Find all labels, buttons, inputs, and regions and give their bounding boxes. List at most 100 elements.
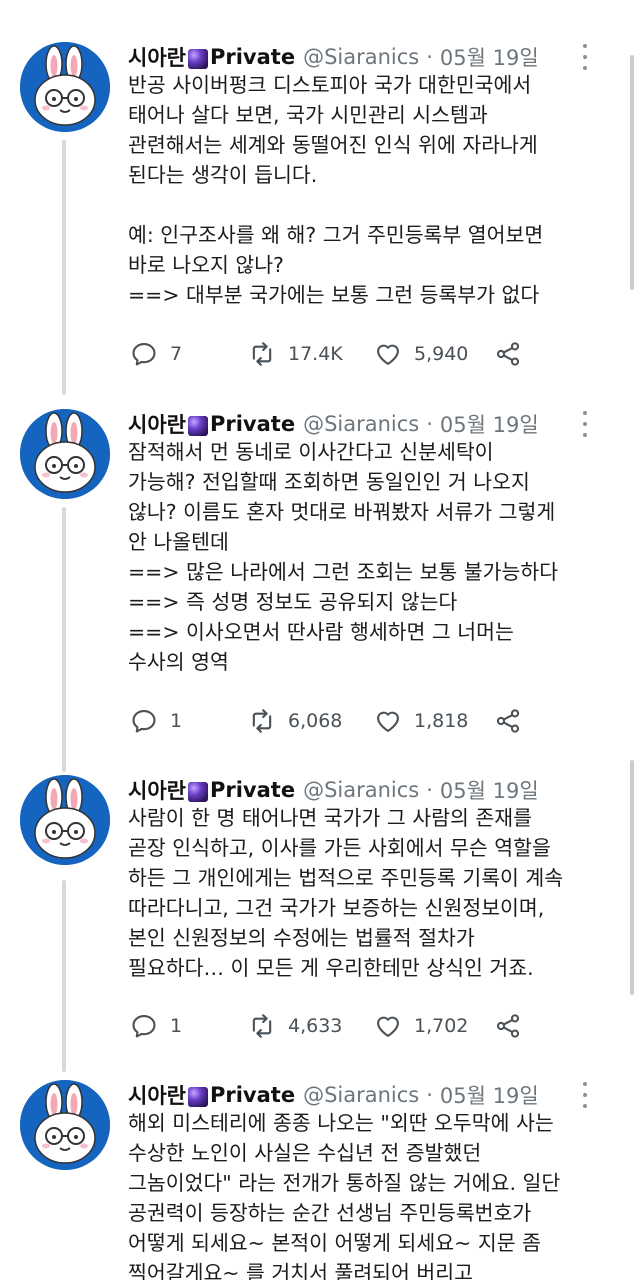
- like-button[interactable]: 1,702: [374, 1009, 468, 1043]
- galaxy-emoji-icon: [187, 49, 208, 69]
- tweet-text-line: 어떻게 되세요~ 본적이 어떻게 되세요~ 지문 좀: [128, 1231, 541, 1255]
- tweet-text-line: 필요하다… 이 모든 게 우리한테만 상식인 거죠.: [128, 956, 534, 980]
- tweet-date[interactable]: 05월 19일: [440, 409, 539, 439]
- more-options-icon[interactable]: [578, 411, 592, 437]
- avatar[interactable]: [20, 1080, 110, 1170]
- tweet-text-line: ==> 많은 나라에서 그런 조회는 보통 불가능하다: [128, 560, 559, 584]
- tweet-header: 시아란 Private @Siaranics · 05월 19일: [128, 407, 539, 441]
- avatar[interactable]: [20, 775, 110, 865]
- tweet-text-line: 공권력이 등장하는 순간 선생님 주민등록번호가: [128, 1201, 532, 1225]
- bunny-avatar-icon: [20, 775, 110, 865]
- user-handle[interactable]: @Siaranics: [303, 45, 419, 69]
- reply-button[interactable]: 1: [130, 1009, 182, 1043]
- retweet-button[interactable]: 17.4K: [248, 337, 343, 371]
- reply-button[interactable]: 1: [130, 704, 182, 738]
- tweet-text-line: ==> 대부분 국가에는 보통 그런 등록부가 없다: [128, 283, 540, 307]
- tweet[interactable]: 시아란 Private @Siaranics · 05월 19일 해외 미스테리…: [0, 1078, 640, 1280]
- galaxy-emoji-icon: [187, 782, 208, 802]
- tweet-header: 시아란 Private @Siaranics · 05월 19일: [128, 1078, 539, 1112]
- user-handle[interactable]: @Siaranics: [303, 1083, 419, 1107]
- display-name-suffix[interactable]: Private: [210, 45, 295, 69]
- tweet-text-line: 반공 사이버펑크 디스토피아 국가 대한민국에서: [128, 73, 532, 97]
- tweet-date[interactable]: 05월 19일: [440, 1080, 539, 1110]
- separator: ·: [426, 778, 433, 802]
- tweet-text-line: 해외 미스테리에 종종 나오는 "외딴 오두막에 사는: [128, 1111, 554, 1135]
- tweet-date[interactable]: 05월 19일: [440, 775, 539, 805]
- tweet-date[interactable]: 05월 19일: [440, 42, 539, 72]
- retweet-icon: [252, 342, 272, 366]
- retweet-icon: [252, 1014, 272, 1038]
- avatar[interactable]: [20, 42, 110, 132]
- tweet-text-line: 찍어갈게요~ 를 거치서 풀려되어 버리고: [128, 1261, 474, 1280]
- share-icon: [496, 1014, 520, 1038]
- tweet-text-line: 곧장 인식하고, 이사를 가든 사회에서 무슨 역할을: [128, 836, 551, 860]
- like-button[interactable]: 5,940: [374, 337, 468, 371]
- tweet-text-line: 사람이 한 명 태어나면 국가가 그 사람의 존재를: [128, 806, 532, 830]
- tweet-text-line: 그놈이었다" 라는 전개가 통하질 않는 거에요. 일단: [128, 1171, 561, 1195]
- tweet-text-line: 않나? 이름도 혼자 멋대로 바꿔봤자 서류가 그렇게: [128, 500, 556, 524]
- bunny-avatar-icon: [20, 1080, 110, 1170]
- share-button[interactable]: [494, 1009, 522, 1043]
- like-count: 5,940: [414, 343, 469, 365]
- retweet-button[interactable]: 4,633: [248, 1009, 342, 1043]
- tweet-text-line: 예: 인구조사를 왜 해? 그거 주민등록부 열어보면: [128, 223, 544, 247]
- tweet-text: 해외 미스테리에 종종 나오는 "외딴 오두막에 사는 수상한 노인이 사실은 …: [128, 1108, 603, 1280]
- retweet-button[interactable]: 6,068: [248, 704, 342, 738]
- tweet-actions: 1 6,068 1,818: [130, 704, 530, 738]
- retweet-icon: [252, 709, 272, 733]
- reply-button[interactable]: 7: [130, 337, 182, 371]
- display-name[interactable]: 시아란: [128, 775, 186, 805]
- bunny-avatar-icon: [20, 409, 110, 499]
- heart-icon: [377, 711, 399, 732]
- display-name-suffix[interactable]: Private: [210, 778, 295, 802]
- tweet-text-line: 안 나올텐데: [128, 530, 229, 554]
- tweet-text-line: 된다는 생각이 듭니다.: [128, 163, 318, 187]
- avatar[interactable]: [20, 409, 110, 499]
- tweet-text-line: ==> 이사오면서 딴사람 행세하면 그 너머는: [128, 620, 514, 644]
- retweet-count: 17.4K: [288, 343, 343, 365]
- reply-count: 1: [170, 710, 183, 732]
- share-button[interactable]: [494, 704, 522, 738]
- tweet[interactable]: 시아란 Private @Siaranics · 05월 19일 사람이 한 명…: [0, 773, 640, 1063]
- more-options-icon[interactable]: [578, 44, 592, 70]
- tweet-actions: 7 17.4K 5,940: [130, 337, 530, 371]
- share-button[interactable]: [494, 337, 522, 371]
- reply-icon: [132, 343, 156, 366]
- reply-icon: [132, 710, 156, 733]
- tweet-text-line: 관련해서는 세계와 동떨어진 인식 위에 자라나게: [128, 133, 538, 157]
- tweet-text-line: 태어나 살다 보면, 국가 시민관리 시스템과: [128, 103, 488, 127]
- reply-count: 1: [170, 1015, 183, 1037]
- more-options-icon[interactable]: [578, 1082, 592, 1108]
- retweet-count: 4,633: [288, 1015, 343, 1037]
- display-name[interactable]: 시아란: [128, 1080, 186, 1110]
- tweet-text-line: 본인 신원정보의 수정에는 법률적 절차가: [128, 926, 475, 950]
- retweet-count: 6,068: [288, 710, 343, 732]
- tweet-text: 사람이 한 명 태어나면 국가가 그 사람의 존재를 곧장 인식하고, 이사를 …: [128, 803, 603, 983]
- tweet[interactable]: 시아란 Private @Siaranics · 05월 19일 반공 사이버펑…: [0, 40, 640, 390]
- tweet-text-line: 하든 그 개인에게는 법적으로 주민등록 기록이 계속: [128, 866, 564, 890]
- tweet-text: 반공 사이버펑크 디스토피아 국가 대한민국에서 태어나 살다 보면, 국가 시…: [128, 70, 603, 310]
- share-icon: [496, 709, 520, 733]
- like-button[interactable]: 1,818: [374, 704, 468, 738]
- display-name[interactable]: 시아란: [128, 42, 186, 72]
- tweet[interactable]: 시아란 Private @Siaranics · 05월 19일 잠적해서 먼 …: [0, 407, 640, 757]
- tweet-text-line: 수사의 영역: [128, 650, 229, 674]
- display-name-suffix[interactable]: Private: [210, 412, 295, 436]
- reply-count: 7: [170, 343, 183, 365]
- separator: ·: [426, 412, 433, 436]
- display-name-suffix[interactable]: Private: [210, 1083, 295, 1107]
- galaxy-emoji-icon: [187, 416, 208, 436]
- heart-icon: [377, 344, 399, 365]
- tweet-text-line: 잠적해서 먼 동네로 이사간다고 신분세탁이: [128, 440, 494, 464]
- reply-icon: [132, 1015, 156, 1038]
- tweet-header: 시아란 Private @Siaranics · 05월 19일: [128, 773, 539, 807]
- bunny-avatar-icon: [20, 42, 110, 132]
- tweet-text-line: [128, 190, 603, 220]
- user-handle[interactable]: @Siaranics: [303, 412, 419, 436]
- tweet-actions: 1 4,633 1,702: [130, 1009, 530, 1043]
- display-name[interactable]: 시아란: [128, 409, 186, 439]
- user-handle[interactable]: @Siaranics: [303, 778, 419, 802]
- tweet-text-line: 가능해? 전입할때 조회하면 동일인인 거 나오지: [128, 470, 530, 494]
- tweet-text: 잠적해서 먼 동네로 이사간다고 신분세탁이 가능해? 전입할때 조회하면 동일…: [128, 437, 603, 677]
- heart-icon: [377, 1016, 399, 1037]
